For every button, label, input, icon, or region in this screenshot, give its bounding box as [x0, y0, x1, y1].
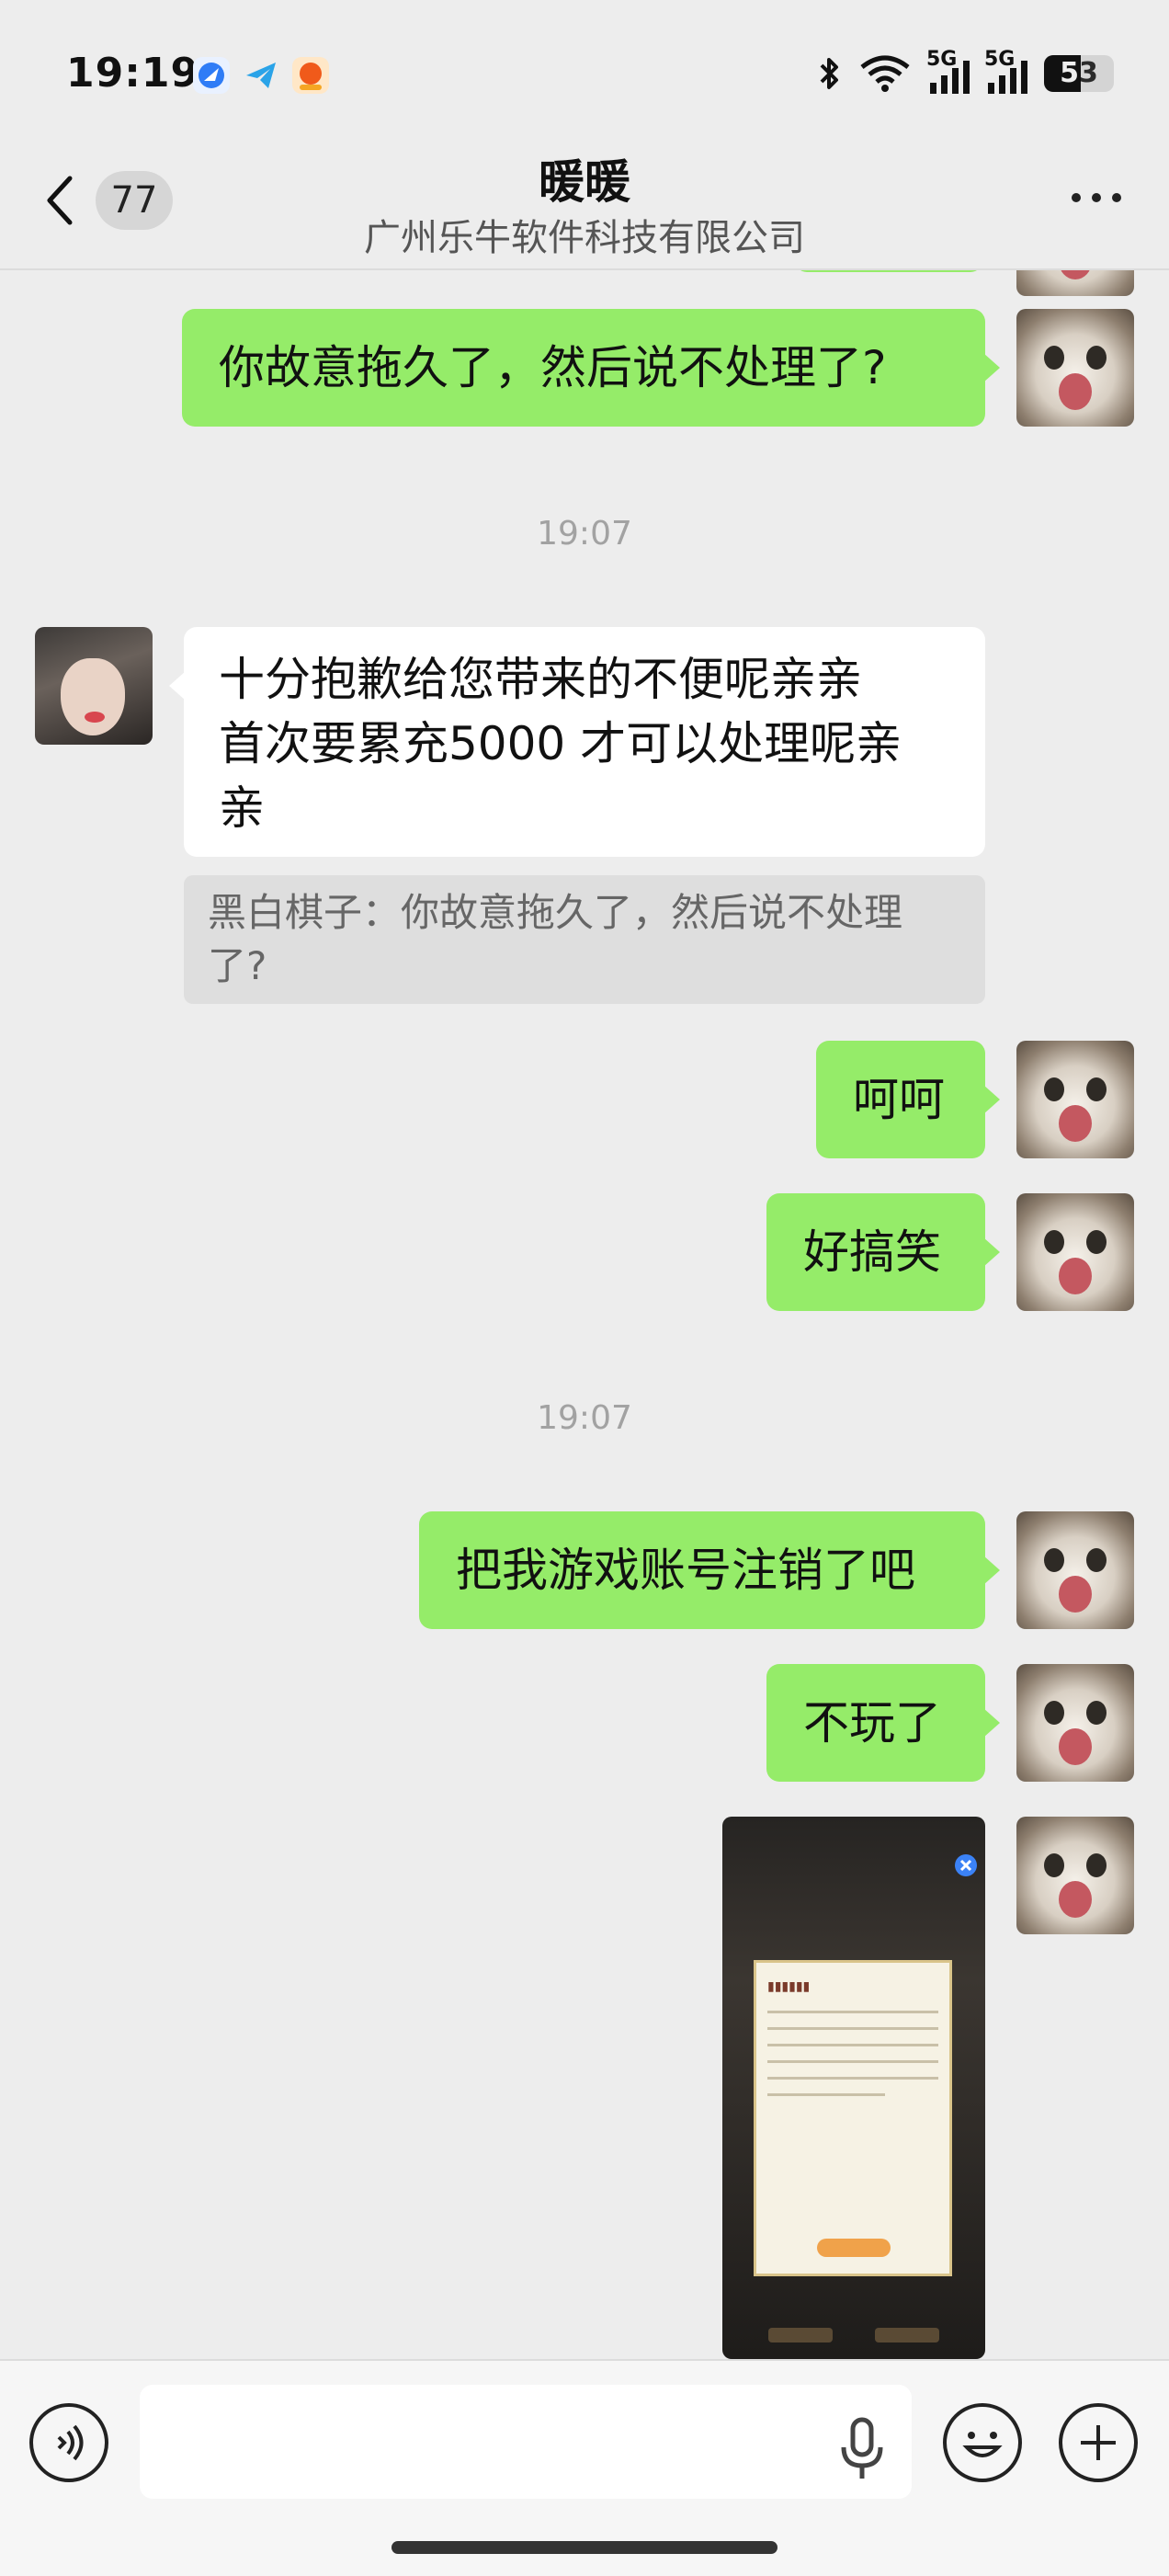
- voice-mode-button[interactable]: [29, 2403, 108, 2482]
- home-indicator[interactable]: [392, 2541, 777, 2554]
- message-line: 首次要累充5000 才可以处理呢亲: [219, 717, 902, 770]
- message-bubble[interactable]: 呵呵: [816, 1041, 1000, 1158]
- message-bubble[interactable]: 不玩了: [766, 1664, 1000, 1782]
- status-time: 19:19: [66, 50, 200, 97]
- message-text: 呵呵: [853, 1073, 945, 1126]
- input-bar: [0, 2359, 1169, 2576]
- chat-title: 暖暖: [539, 155, 630, 209]
- my-avatar[interactable]: [1016, 1511, 1134, 1629]
- battery-level: 53: [1060, 57, 1098, 89]
- quoted-reply[interactable]: 黑白棋子：你故意拖久了，然后说不处理 了?: [184, 875, 985, 1004]
- my-avatar[interactable]: [1016, 309, 1134, 427]
- emoji-icon: [962, 2432, 1003, 2457]
- close-icon: [955, 1854, 977, 1876]
- microphone-icon[interactable]: [834, 2412, 890, 2486]
- message-input[interactable]: [140, 2385, 912, 2499]
- signal-icon-1: 5G: [926, 48, 970, 94]
- emoji-button[interactable]: [943, 2403, 1022, 2482]
- message-line: 十分抱歉给您带来的不便呢亲亲: [219, 653, 862, 706]
- telegram-icon: [243, 57, 279, 94]
- message-bubble[interactable]: 把我游戏账号注销了吧: [419, 1511, 1000, 1629]
- voice-icon: [57, 2424, 84, 2461]
- app-icon: [292, 57, 329, 94]
- quote-line: 了?: [208, 943, 267, 988]
- message-bubble[interactable]: 十分抱歉给您带来的不便呢亲亲 首次要累充5000 才可以处理呢亲 亲: [169, 627, 985, 857]
- my-avatar[interactable]: [1016, 1193, 1134, 1311]
- chat-header: 77 暖暖 广州乐牛软件科技有限公司: [0, 138, 1169, 270]
- message-bubble[interactable]: 好搞笑: [766, 1193, 1000, 1311]
- message-bubble[interactable]: 你故意拖久了，然后说不处理了?: [182, 309, 1000, 427]
- timestamp: 19:07: [537, 1399, 632, 1437]
- timestamp: 19:07: [537, 515, 632, 553]
- status-bar: 19:19 5G 5G 53: [0, 0, 1169, 147]
- game-notice-image: ▮▮▮▮▮▮: [754, 1960, 952, 2276]
- bluetooth-icon: [820, 58, 838, 89]
- wifi-icon: [860, 55, 910, 92]
- signal-icon-2: 5G: [984, 48, 1027, 94]
- browser-icon: [193, 57, 230, 94]
- message-text: 好搞笑: [803, 1225, 941, 1279]
- message-text: 不玩了: [803, 1696, 941, 1750]
- message-text: 把我游戏账号注销了吧: [456, 1544, 915, 1597]
- plus-icon: [1081, 2425, 1116, 2460]
- more-options-icon[interactable]: [1072, 193, 1121, 202]
- my-avatar[interactable]: [1016, 1817, 1134, 1934]
- message-line: 亲: [219, 781, 265, 835]
- quote-line: 黑白棋子：你故意拖久了，然后说不处理: [208, 890, 903, 935]
- more-functions-button[interactable]: [1059, 2403, 1138, 2482]
- message-text: 你故意拖久了，然后说不处理了?: [219, 341, 887, 394]
- my-avatar[interactable]: [1016, 1041, 1134, 1158]
- my-avatar[interactable]: [1016, 268, 1134, 296]
- battery-icon: 53: [1044, 55, 1114, 92]
- image-message[interactable]: ▮▮▮▮▮▮: [722, 1817, 985, 2359]
- my-avatar[interactable]: [1016, 1664, 1134, 1782]
- contact-avatar[interactable]: [35, 627, 153, 745]
- chat-subtitle: 广州乐牛软件科技有限公司: [364, 217, 805, 259]
- status-icons: 5G 5G 53: [818, 48, 1114, 97]
- chat-area[interactable]: 你故意拖久了，然后说不处理了? 19:07 十分抱歉给您带来的不便呢亲亲 首次要…: [0, 268, 1169, 2359]
